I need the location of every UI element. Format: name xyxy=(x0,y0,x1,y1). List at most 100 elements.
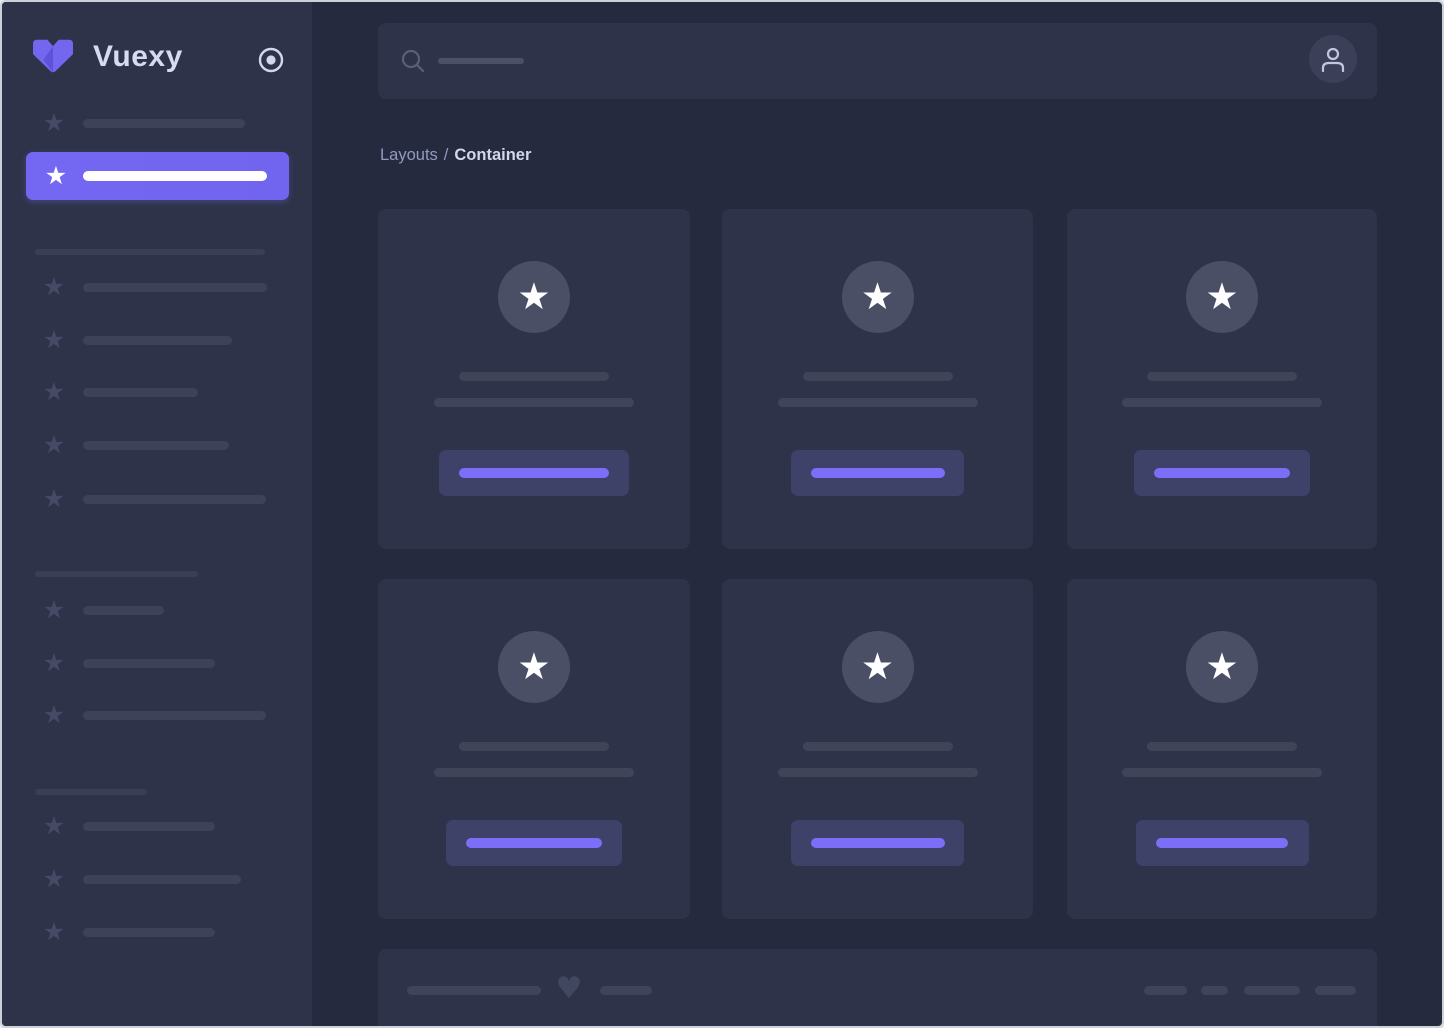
card-text-line-placeholder xyxy=(802,372,953,381)
sidebar-section-header-placeholder xyxy=(35,249,265,255)
sidebar-menu-item[interactable]: ★ xyxy=(2,917,312,946)
sidebar-menu-item[interactable]: ★ xyxy=(2,864,312,893)
star-icon: ★ xyxy=(42,377,66,406)
button-label-placeholder xyxy=(466,838,602,848)
footer-action-placeholder xyxy=(1244,986,1300,995)
card-text-line-placeholder xyxy=(434,768,634,777)
sidebar-menu-item[interactable]: ★ xyxy=(2,595,312,624)
star-icon: ★ xyxy=(42,272,66,301)
app-frame: Vuexy ★ ★ ★ ★ ★ ★ ★ ★ ★ ★ ★ ★ ★ Layouts / Conta xyxy=(0,0,1444,1028)
card-avatar-circle: ★ xyxy=(1186,631,1258,703)
footer-action-placeholder xyxy=(1201,986,1228,995)
card-avatar-circle: ★ xyxy=(498,631,570,703)
sidebar-menu: ★ ★ ★ ★ ★ ★ ★ ★ ★ ★ ★ ★ ★ xyxy=(2,2,312,1026)
star-icon: ★ xyxy=(42,700,66,729)
breadcrumb-current-page: Container xyxy=(454,146,532,164)
star-icon: ★ xyxy=(42,864,66,893)
content-card: ★ xyxy=(1067,579,1377,919)
star-icon: ★ xyxy=(860,275,895,318)
star-icon: ★ xyxy=(860,645,895,688)
sidebar-menu-item[interactable]: ★ xyxy=(2,700,312,729)
content-card: ★ xyxy=(378,209,690,549)
sidebar-section-header-placeholder xyxy=(35,789,147,795)
sidebar-menu-item[interactable]: ★ xyxy=(2,811,312,840)
menu-item-label-placeholder xyxy=(83,659,215,668)
footer-card: ♥ xyxy=(378,949,1377,1026)
star-icon: ★ xyxy=(44,161,68,190)
card-action-button[interactable] xyxy=(1135,820,1309,866)
menu-item-label-placeholder xyxy=(83,875,241,884)
footer-action-placeholder xyxy=(1144,986,1187,995)
card-action-button[interactable] xyxy=(446,820,622,866)
breadcrumb-separator: / xyxy=(443,146,449,164)
card-action-button[interactable] xyxy=(791,820,964,866)
card-text-line-placeholder xyxy=(1147,372,1297,381)
footer-action-placeholder xyxy=(1315,986,1356,995)
star-icon: ★ xyxy=(42,484,66,513)
breadcrumb-link-layouts[interactable]: Layouts xyxy=(380,146,438,164)
star-icon: ★ xyxy=(42,917,66,946)
button-label-placeholder xyxy=(1154,468,1290,478)
sidebar-menu-item-active[interactable]: ★ xyxy=(26,152,289,200)
footer-text-placeholder xyxy=(600,986,652,995)
search-icon xyxy=(401,49,425,73)
sidebar-menu-item[interactable]: ★ xyxy=(2,430,312,459)
sidebar-menu-item[interactable]: ★ xyxy=(2,272,312,301)
card-action-button[interactable] xyxy=(791,450,964,496)
button-label-placeholder xyxy=(810,468,945,478)
star-icon: ★ xyxy=(42,648,66,677)
card-action-button[interactable] xyxy=(439,450,629,496)
breadcrumb: Layouts / Container xyxy=(380,146,531,165)
button-label-placeholder xyxy=(459,468,609,478)
menu-item-label-placeholder xyxy=(83,711,266,720)
star-icon: ★ xyxy=(1205,645,1239,688)
card-text-line-placeholder xyxy=(777,398,978,407)
card-avatar-circle: ★ xyxy=(841,261,914,333)
card-text-line-placeholder xyxy=(459,742,609,751)
sidebar-menu-item[interactable]: ★ xyxy=(2,484,312,513)
star-icon: ★ xyxy=(517,645,551,688)
menu-item-label-placeholder xyxy=(83,928,215,937)
menu-item-label-placeholder xyxy=(83,388,198,397)
menu-item-label-placeholder xyxy=(83,495,266,504)
star-icon: ★ xyxy=(42,108,66,137)
card-avatar-circle: ★ xyxy=(841,631,914,703)
card-text-line-placeholder xyxy=(1122,768,1322,777)
search-placeholder-bar xyxy=(438,58,524,64)
sidebar-menu-item[interactable]: ★ xyxy=(2,648,312,677)
sidebar-menu-item[interactable]: ★ xyxy=(2,108,312,137)
card-text-line-placeholder xyxy=(802,742,953,751)
button-label-placeholder xyxy=(810,838,945,848)
card-text-line-placeholder xyxy=(1147,742,1297,751)
footer-text-placeholder xyxy=(407,986,541,995)
star-icon: ★ xyxy=(517,275,551,318)
sidebar-menu-item[interactable]: ★ xyxy=(2,377,312,406)
active-item-label-placeholder xyxy=(83,171,267,181)
star-icon: ★ xyxy=(42,811,66,840)
star-icon: ★ xyxy=(42,430,66,459)
menu-item-label-placeholder xyxy=(83,606,164,615)
menu-item-label-placeholder xyxy=(83,283,267,292)
card-text-line-placeholder xyxy=(777,768,978,777)
content-card: ★ xyxy=(1067,209,1377,549)
heart-icon[interactable]: ♥ xyxy=(553,972,585,1006)
card-text-line-placeholder xyxy=(1122,398,1322,407)
menu-item-label-placeholder xyxy=(83,119,245,128)
sidebar-menu-item[interactable]: ★ xyxy=(2,325,312,354)
card-text-line-placeholder xyxy=(459,372,609,381)
content-card: ★ xyxy=(378,579,690,919)
button-label-placeholder xyxy=(1156,838,1288,848)
user-avatar[interactable] xyxy=(1309,35,1357,83)
search-bar[interactable] xyxy=(378,23,1377,99)
content-card: ★ xyxy=(722,209,1033,549)
sidebar: Vuexy ★ ★ ★ ★ ★ ★ ★ ★ ★ ★ ★ ★ ★ xyxy=(2,2,312,1026)
sidebar-section-header-placeholder xyxy=(35,571,198,577)
star-icon: ★ xyxy=(42,595,66,624)
menu-item-label-placeholder xyxy=(83,441,229,450)
card-text-line-placeholder xyxy=(434,398,634,407)
content-card: ★ xyxy=(722,579,1033,919)
star-icon: ★ xyxy=(42,325,66,354)
person-icon xyxy=(1321,47,1345,72)
card-action-button[interactable] xyxy=(1134,450,1310,496)
card-avatar-circle: ★ xyxy=(498,261,570,333)
